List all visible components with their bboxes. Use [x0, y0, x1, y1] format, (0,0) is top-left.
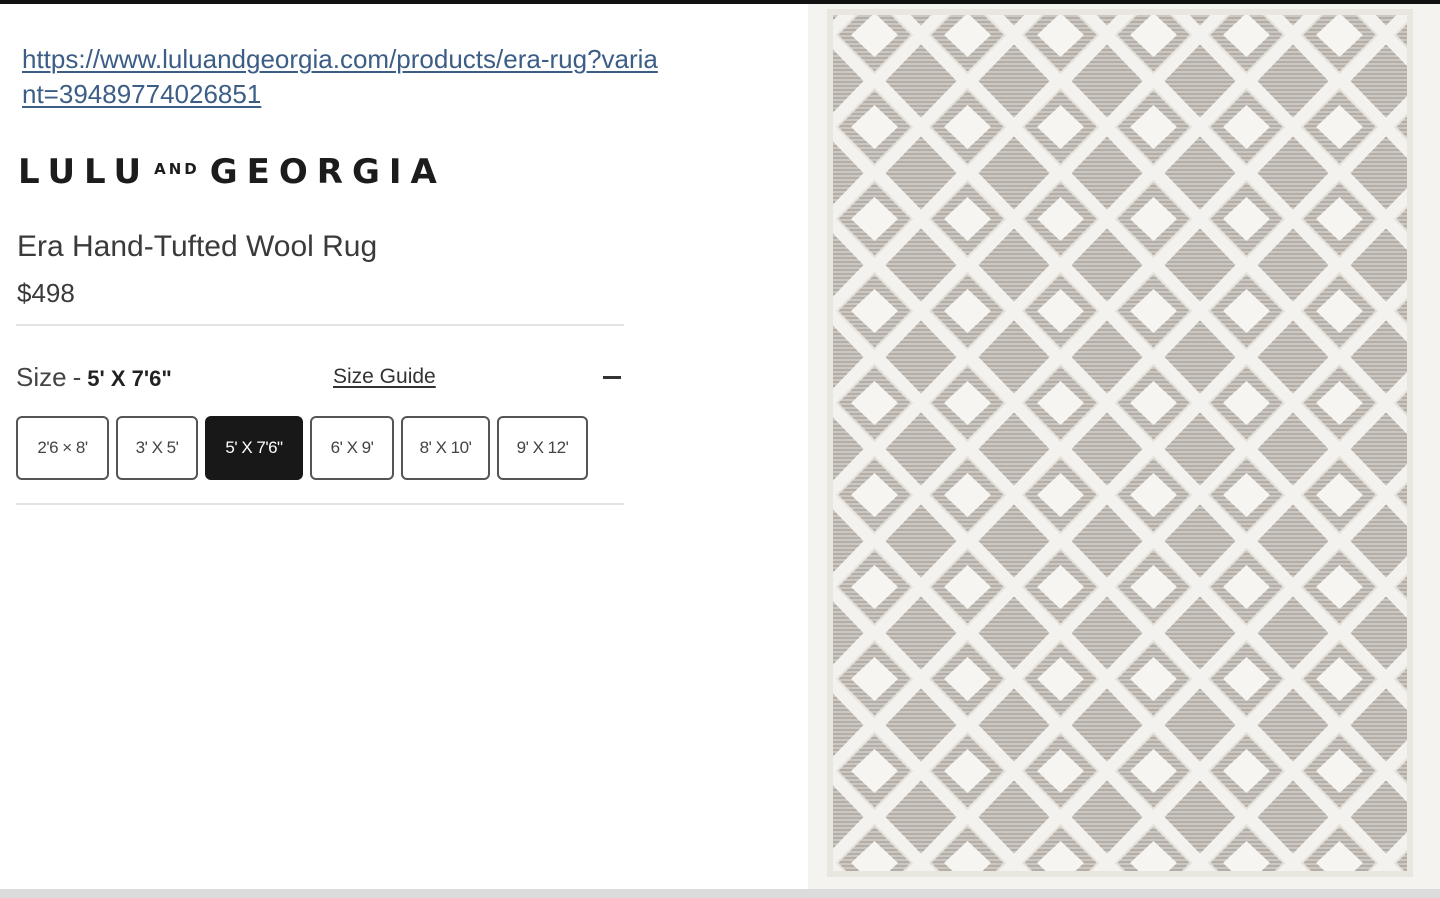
- product-price: $498: [17, 278, 75, 308]
- product-title: Era Hand-Tufted Wool Rug: [17, 230, 378, 263]
- size-separator: -: [72, 362, 82, 392]
- size-option-3x5[interactable]: 3' X 5': [116, 416, 198, 480]
- size-option-6x9[interactable]: 6' X 9': [310, 416, 394, 480]
- size-option-2-6x8[interactable]: 2'6 × 8': [16, 416, 109, 480]
- size-heading: Size -5' X 7'6": [16, 362, 172, 393]
- rug-pattern: [808, 4, 1440, 889]
- brand-word-and: AND: [154, 160, 200, 178]
- size-guide-link[interactable]: Size Guide: [333, 365, 436, 389]
- brand-logo[interactable]: LULU AND GEORGIA: [18, 152, 446, 192]
- product-url-link[interactable]: https://www.luluandgeorgia.com/products/…: [22, 42, 662, 112]
- brand-word-georgia: GEORGIA: [209, 152, 446, 192]
- selected-size-value: 5' X 7'6": [87, 366, 172, 391]
- size-option-9x12[interactable]: 9' X 12': [497, 416, 588, 480]
- divider: [16, 503, 624, 505]
- minus-icon[interactable]: [603, 376, 621, 379]
- bottom-scroll-bar: [0, 889, 1440, 898]
- size-option-5x7-6[interactable]: 5' X 7'6": [205, 416, 303, 480]
- divider: [16, 324, 624, 326]
- size-label: Size: [16, 362, 67, 392]
- product-details-panel: https://www.luluandgeorgia.com/products/…: [0, 4, 800, 889]
- rug-product-image: [808, 4, 1440, 889]
- brand-word-lulu: LULU: [18, 152, 151, 192]
- size-option-8x10[interactable]: 8' X 10': [401, 416, 490, 480]
